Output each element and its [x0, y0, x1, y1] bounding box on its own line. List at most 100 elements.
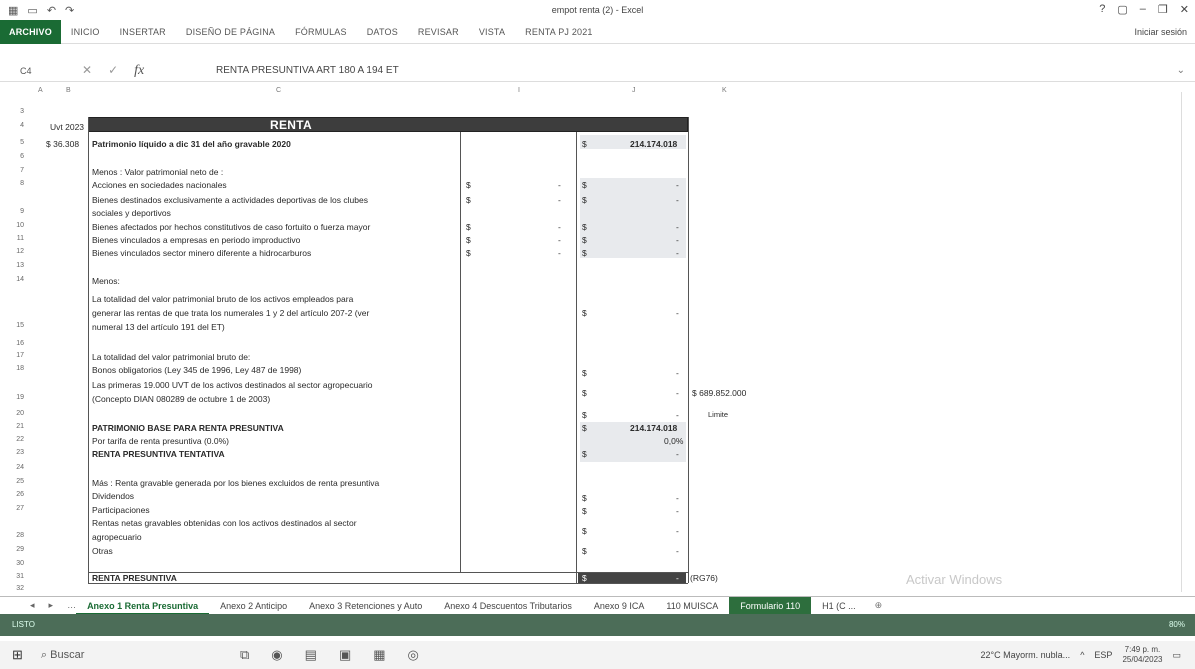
sheet-tab-anexo2[interactable]: Anexo 2 Anticipo — [209, 597, 298, 615]
column-header-b[interactable]: B — [66, 87, 71, 94]
row-header[interactable]: 25 — [16, 478, 24, 485]
tab-datos[interactable]: DATOS — [357, 20, 408, 44]
file-explorer-icon[interactable]: ▤ — [305, 647, 317, 663]
sheet-tab-anexo9[interactable]: Anexo 9 ICA — [583, 597, 656, 615]
zoom-level[interactable]: 80% — [1169, 620, 1185, 629]
chrome-icon[interactable]: ◎ — [408, 647, 419, 663]
row-header[interactable]: 8 — [20, 180, 24, 187]
dash-value[interactable]: - — [558, 248, 561, 258]
tab-vista[interactable]: VISTA — [469, 20, 515, 44]
dash-value[interactable]: - — [558, 180, 561, 190]
dash-value[interactable]: - — [676, 222, 679, 232]
row-header[interactable]: 5 — [20, 139, 24, 146]
tab-formulas[interactable]: FÓRMULAS — [285, 20, 357, 44]
dash-value[interactable]: - — [558, 235, 561, 245]
formula-input[interactable]: RENTA PRESUNTIVA ART 180 A 194 ET — [202, 65, 399, 76]
vertical-scrollbar[interactable] — [1181, 92, 1193, 592]
next-sheet-icon[interactable]: ▸ — [49, 600, 54, 611]
restore-icon[interactable]: ❐ — [1158, 3, 1168, 16]
name-box[interactable]: C4 — [0, 66, 62, 76]
final-label[interactable]: RENTA PRESUNTIVA — [92, 573, 177, 583]
sheet-tab-formulario110[interactable]: Formulario 110 — [729, 596, 812, 615]
more-sheets-icon[interactable]: … — [67, 600, 76, 611]
tarifa-label[interactable]: Por tarifa de renta presuntiva (0.0%) — [92, 436, 229, 446]
dash-value[interactable]: - — [558, 195, 561, 205]
row-header[interactable]: 7 — [20, 167, 24, 174]
dash-r15[interactable]: - — [676, 308, 679, 318]
row-header[interactable]: 13 — [16, 262, 24, 269]
column-header-j[interactable]: J — [632, 87, 636, 94]
rentas-line1[interactable]: Rentas netas gravables obtenidas con los… — [92, 518, 357, 528]
row-header[interactable]: 12 — [16, 248, 24, 255]
primeras-line2[interactable]: (Concepto DIAN 080289 de octubre 1 de 20… — [92, 394, 270, 404]
sign-in-link[interactable]: Iniciar sesión — [1134, 27, 1187, 37]
row-header[interactable]: 10 — [16, 222, 24, 229]
base-label[interactable]: PATRIMONIO BASE PARA RENTA PRESUNTIVA — [92, 423, 284, 433]
tentativa-label[interactable]: RENTA PRESUNTIVA TENTATIVA — [92, 449, 225, 459]
row-header[interactable]: 28 — [16, 532, 24, 539]
row-header[interactable]: 17 — [16, 352, 24, 359]
uvt-value[interactable]: $ 36.308 — [46, 139, 79, 149]
search-box[interactable]: ⌕ Buscar — [41, 649, 84, 662]
store-icon[interactable]: ▣ — [339, 647, 351, 663]
weather-text[interactable]: 22°C Mayorm. nubla... — [981, 650, 1071, 660]
enter-icon[interactable]: ✓ — [108, 63, 118, 79]
task-view-icon[interactable]: ⧉ — [240, 647, 249, 663]
sheet-tab-anexo1[interactable]: Anexo 1 Renta Presuntiva — [76, 597, 210, 615]
help-icon[interactable]: ? — [1099, 3, 1105, 16]
row-header[interactable]: 11 — [17, 235, 24, 242]
item-acciones[interactable]: Acciones en sociedades nacionales — [92, 180, 227, 190]
sheet-tab-anexo3[interactable]: Anexo 3 Retenciones y Auto — [298, 597, 433, 615]
column-header-c[interactable]: C — [276, 87, 281, 94]
row-header[interactable]: 30 — [16, 560, 24, 567]
row-header[interactable]: 4 — [20, 122, 24, 129]
row-header[interactable]: 20 — [16, 410, 24, 417]
row-header[interactable]: 9 — [20, 208, 24, 215]
item-minero[interactable]: Bienes vinculados sector minero diferent… — [92, 248, 311, 258]
limit-value[interactable]: $ 689.852.000 — [692, 388, 746, 398]
row-header[interactable]: 15 — [16, 322, 24, 329]
edge-icon[interactable]: ◉ — [271, 647, 282, 663]
bonos-label[interactable]: Bonos obligatorios (Ley 345 de 1996, Ley… — [92, 365, 301, 375]
menos-label[interactable]: Menos : Valor patrimonial neto de : — [92, 167, 223, 177]
dash-value[interactable]: - — [558, 222, 561, 232]
item-improductivo[interactable]: Bienes vinculados a empresas en periodo … — [92, 235, 300, 245]
column-header-i[interactable]: I — [518, 87, 520, 94]
save-icon[interactable]: ▭ — [27, 4, 37, 17]
menos2-label[interactable]: Menos: — [92, 276, 120, 286]
primeras-line1[interactable]: Las primeras 19.000 UVT de los activos d… — [92, 380, 373, 390]
dash-r27[interactable]: - — [676, 506, 679, 516]
dash-r31[interactable]: - — [676, 573, 679, 583]
totalidad1-line3[interactable]: numeral 13 del artículo 191 del ET) — [92, 322, 225, 332]
dividendos-label[interactable]: Dividendos — [92, 491, 134, 501]
expand-formula-bar-icon[interactable]: ⌄ — [1177, 65, 1185, 76]
dash-r19[interactable]: - — [676, 388, 679, 398]
totalidad2-label[interactable]: La totalidad del valor patrimonial bruto… — [92, 352, 250, 362]
row-header[interactable]: 18 — [16, 365, 24, 372]
dash-r29[interactable]: - — [676, 546, 679, 556]
final-ref[interactable]: (RG76) — [690, 573, 718, 583]
column-header-k[interactable]: K — [722, 87, 727, 94]
otras-label[interactable]: Otras — [92, 546, 113, 556]
row-header[interactable]: 27 — [16, 505, 24, 512]
dash-r20[interactable]: - — [676, 410, 679, 420]
participaciones-label[interactable]: Participaciones — [92, 505, 150, 515]
notifications-icon[interactable]: ▭ — [1172, 650, 1181, 661]
totalidad1-line2[interactable]: generar las rentas de que trata los nume… — [92, 308, 369, 318]
undo-icon[interactable]: ↶ — [47, 4, 56, 17]
row-header[interactable]: 16 — [16, 340, 24, 347]
patrimonio-value[interactable]: 214.174.018 — [630, 139, 677, 149]
row-header[interactable]: 6 — [20, 153, 24, 160]
add-sheet-icon[interactable]: ⊕ — [875, 600, 883, 611]
row-header[interactable]: 21 — [16, 423, 24, 430]
totalidad1-line1[interactable]: La totalidad del valor patrimonial bruto… — [92, 294, 353, 304]
mas-label[interactable]: Más : Renta gravable generada por los bi… — [92, 478, 379, 488]
language-indicator[interactable]: ESP — [1094, 650, 1112, 660]
row-header[interactable]: 31 — [16, 573, 24, 580]
uvt-label[interactable]: Uvt 2023 — [50, 122, 84, 132]
insert-function-icon[interactable]: fx — [134, 63, 144, 79]
close-icon[interactable]: ✕ — [1180, 3, 1189, 16]
row-header[interactable]: 3 — [20, 108, 24, 115]
dash-value[interactable]: - — [676, 180, 679, 190]
tab-diseno[interactable]: DISEÑO DE PÁGINA — [176, 20, 285, 44]
